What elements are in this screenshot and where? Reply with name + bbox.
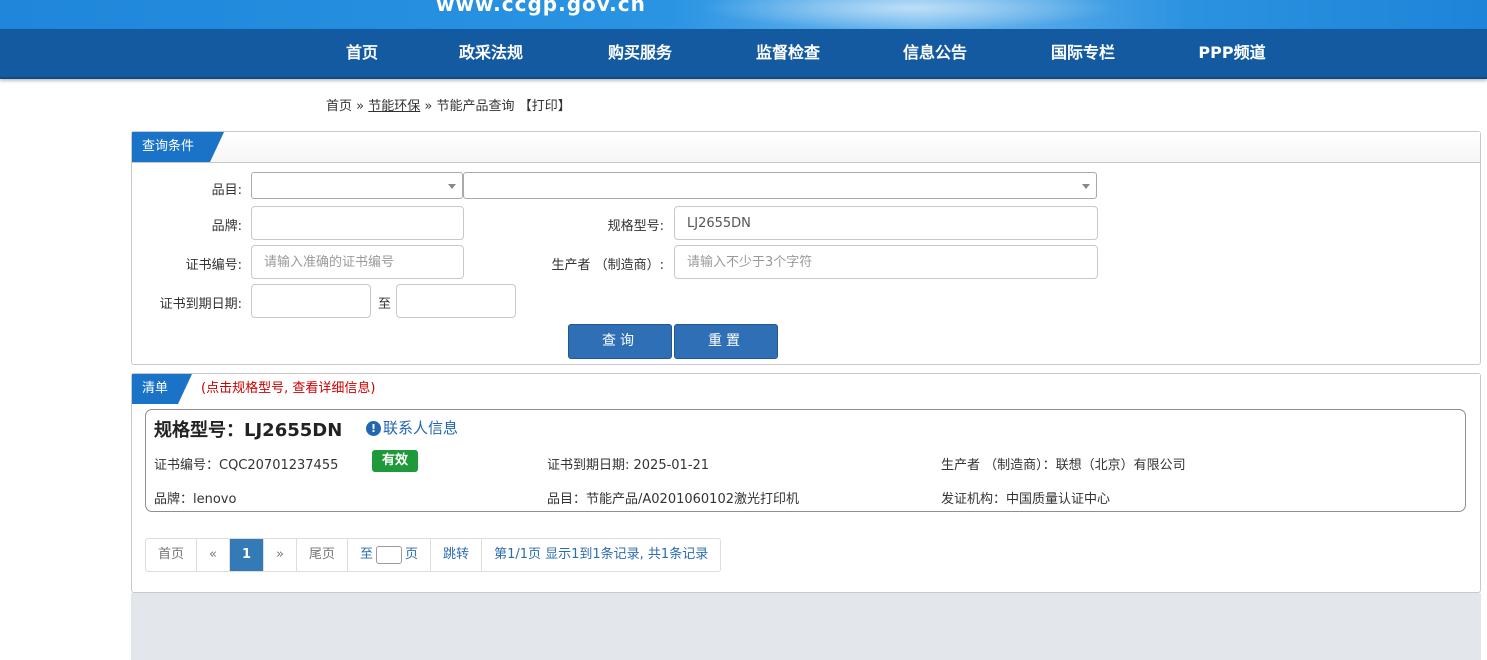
expiry-date-to-label: 至 (377, 297, 391, 312)
pager-jump-button[interactable]: 跳转 (430, 539, 481, 571)
brand-input[interactable] (251, 206, 464, 240)
model-label: 规格型号: (607, 219, 664, 234)
result-issuer: 发证机构：中国质量认证中心 (941, 492, 1111, 507)
results-panel-title: 清单 (132, 374, 192, 404)
breadcrumb-section-link[interactable]: 节能环保 (368, 99, 420, 114)
nav-item-purchase-services[interactable]: 购买服务 (608, 29, 672, 77)
expiry-date-from-input[interactable] (251, 284, 371, 318)
result-expiry-date: 证书到期日期: 2025-01-21 (547, 458, 710, 473)
page-bottom-area (131, 593, 1481, 660)
query-panel-title: 查询条件 (132, 132, 224, 162)
pager-page-input[interactable] (376, 545, 403, 564)
manufacturer-input[interactable] (674, 245, 1098, 279)
contact-info-link[interactable]: ! 联系人信息 (366, 417, 458, 438)
pager-goto: 至页 (347, 539, 430, 571)
nav-item-regulations[interactable]: 政采法规 (459, 29, 523, 77)
breadcrumb-home[interactable]: 首页 (326, 99, 352, 114)
contact-info-label: 联系人信息 (383, 419, 459, 437)
info-icon: ! (366, 421, 381, 436)
breadcrumb-separator: » (424, 99, 433, 114)
status-badge: 有效 (372, 450, 419, 472)
nav-item-announcements[interactable]: 信息公告 (903, 29, 967, 77)
nav-item-international[interactable]: 国际专栏 (1051, 29, 1115, 77)
header-banner: www.ccgp.gov.cn (0, 0, 1487, 29)
banner-cloud-decoration (700, 0, 1120, 29)
breadcrumb-current: 节能产品查询 (436, 99, 515, 114)
result-manufacturer: 生产者 （制造商）：联想（北京）有限公司 (941, 458, 1186, 473)
pager-prev[interactable]: « (196, 539, 229, 571)
breadcrumb: 首页 » 节能环保 » 节能产品查询 【打印】 (326, 95, 571, 114)
nav-item-home[interactable]: 首页 (346, 29, 378, 77)
chevron-down-icon (1082, 184, 1090, 189)
result-model-link[interactable]: 规格型号：LJ2655DN (154, 416, 342, 442)
nav-item-ppp[interactable]: PPP频道 (1198, 29, 1265, 77)
results-panel-header: 清单 (点击规格型号, 查看详细信息) (132, 374, 1480, 404)
pager-last-page[interactable]: 尾页 (296, 539, 347, 571)
result-category: 品目：节能产品/A0201060102激光打印机 (547, 492, 799, 507)
result-brand: 品牌：lenovo (154, 492, 237, 507)
pagination: 首页 « 1 » 尾页 至页 跳转 第1/1页 显示1到1条记录, 共1条记录 (145, 538, 722, 572)
result-certificate-number: 证书编号：CQC20701237455 (154, 458, 339, 473)
certificate-number-label: 证书编号: (185, 258, 242, 273)
query-panel: 查询条件 品目: 品牌: 规格型号: 证书编号: 生产者 （制造商）: 证书到期… (131, 131, 1481, 365)
results-panel: 清单 (点击规格型号, 查看详细信息) 规格型号：LJ2655DN ! 联系人信息… (131, 373, 1481, 593)
result-card: 规格型号：LJ2655DN ! 联系人信息 证书编号：CQC20701237455… (145, 409, 1466, 512)
results-hint: (点击规格型号, 查看详细信息) (201, 381, 376, 396)
pager-goto-prefix: 至 (360, 547, 374, 562)
breadcrumb-separator: » (356, 99, 365, 114)
pager-current-page[interactable]: 1 (228, 539, 264, 571)
pager-first-page[interactable]: 首页 (146, 539, 196, 571)
pager-goto-suffix: 页 (405, 547, 419, 562)
model-input[interactable] (674, 206, 1098, 240)
certificate-number-input[interactable] (251, 245, 464, 279)
reset-button[interactable]: 重置 (674, 324, 778, 359)
expiry-date-to-input[interactable] (396, 284, 516, 318)
query-panel-header: 查询条件 (132, 132, 1480, 163)
chevron-down-icon (448, 184, 456, 189)
search-button[interactable]: 查询 (568, 324, 672, 359)
print-link[interactable]: 【打印】 (519, 99, 571, 114)
expiry-date-label: 证书到期日期: (159, 297, 242, 312)
nav-item-supervision[interactable]: 监督检查 (756, 29, 820, 77)
category-select-level1[interactable] (251, 172, 463, 199)
category-select-level2[interactable] (463, 172, 1097, 199)
brand-label: 品牌: (211, 219, 242, 234)
manufacturer-label: 生产者 （制造商）: (551, 258, 664, 273)
site-url: www.ccgp.gov.cn (436, 0, 646, 16)
category-label: 品目: (211, 183, 242, 198)
pager-info: 第1/1页 显示1到1条记录, 共1条记录 (481, 539, 720, 571)
main-nav: 首页 政采法规 购买服务 监督检查 信息公告 国际专栏 PPP频道 (0, 29, 1487, 79)
pager-next[interactable]: » (263, 539, 296, 571)
